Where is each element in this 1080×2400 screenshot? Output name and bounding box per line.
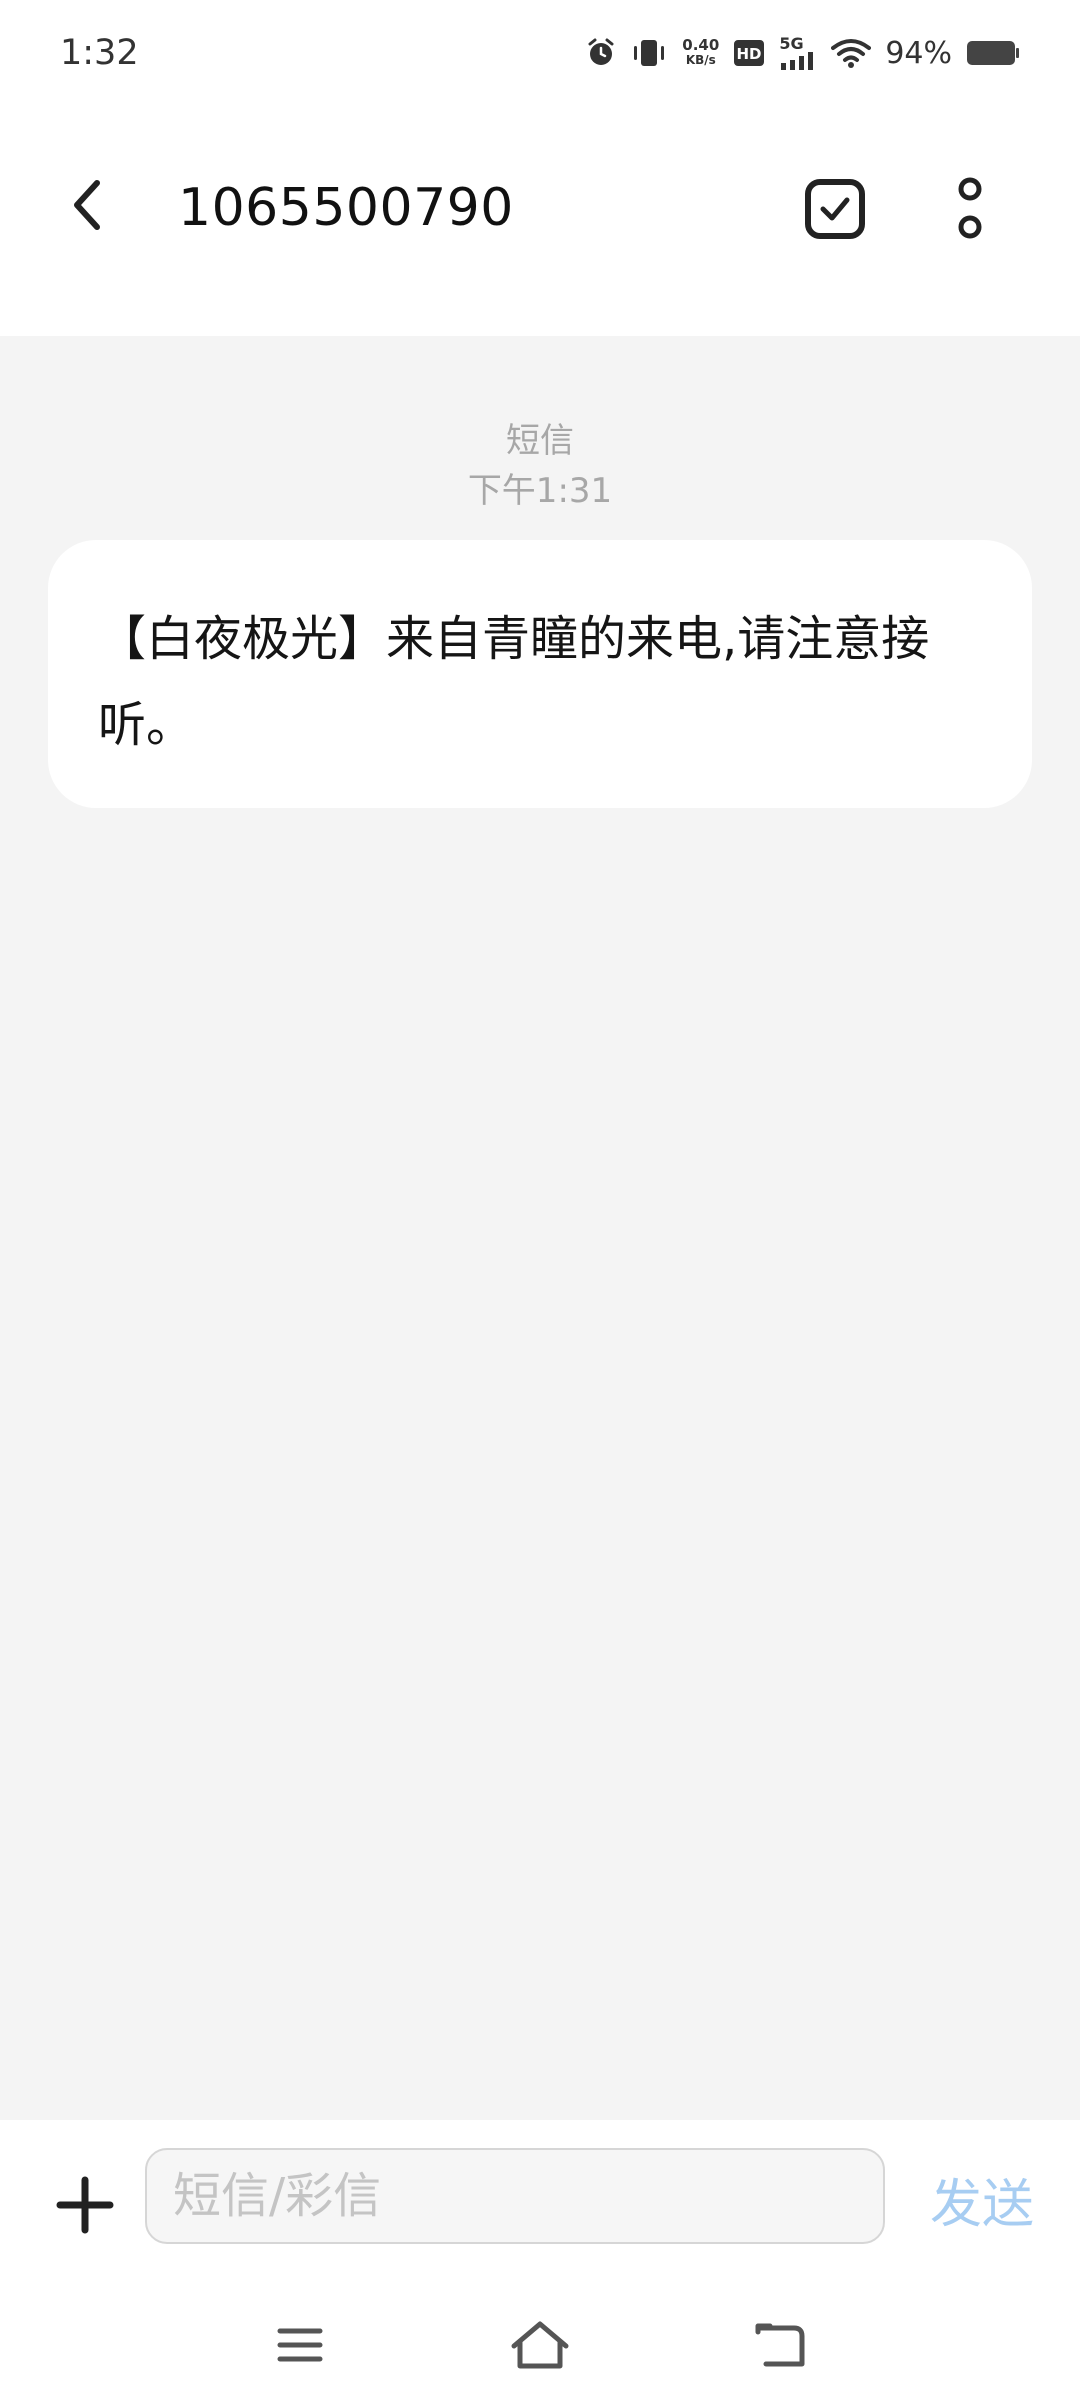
system-back-button[interactable] xyxy=(740,2310,820,2380)
checkbox-icon xyxy=(805,179,865,239)
status-bar: 1:32 0.40 KB/s HD 5G 94% xyxy=(0,0,1080,106)
more-options-button[interactable] xyxy=(940,174,1000,244)
message-timestamp: 下午1:31 xyxy=(467,471,613,511)
app-bar: 1065500790 xyxy=(0,106,1080,336)
vibrate-icon xyxy=(630,38,668,68)
more-vertical-icon xyxy=(958,177,982,239)
alarm-icon xyxy=(586,38,616,68)
message-bubble[interactable]: 【白夜极光】来自青瞳的来电,请注意接听。 xyxy=(48,540,1032,808)
message-text: 【白夜极光】来自青瞳的来电,请注意接听。 xyxy=(98,611,930,753)
back-button[interactable] xyxy=(52,170,122,240)
status-time: 1:32 xyxy=(60,33,139,73)
net-speed-unit: KB/s xyxy=(685,53,716,67)
message-list[interactable]: 短信 下午1:31 【白夜极光】来自青瞳的来电,请注意接听。 xyxy=(0,336,1080,2120)
battery-icon xyxy=(966,38,1020,68)
message-meta: 短信 下午1:31 xyxy=(0,416,1080,516)
select-button[interactable] xyxy=(800,174,870,244)
sms-conversation-screen: 1:32 0.40 KB/s HD 5G 94% 1065500790 短信 下… xyxy=(0,0,1080,2400)
composer: 发送 xyxy=(0,2120,1080,2290)
back-icon xyxy=(755,2323,805,2367)
navigation-bar xyxy=(0,2290,1080,2400)
wifi-icon xyxy=(831,38,872,68)
plus-icon xyxy=(56,2176,114,2234)
net-speed-value: 0.40 xyxy=(682,36,720,54)
home-button[interactable] xyxy=(500,2310,580,2380)
send-button[interactable]: 发送 xyxy=(930,2162,1034,2237)
battery-percent: 94% xyxy=(885,35,952,71)
hd-icon: HD xyxy=(733,38,765,68)
message-input[interactable] xyxy=(145,2148,885,2244)
svg-text:HD: HD xyxy=(737,45,762,63)
signal-5g: 5G xyxy=(779,36,817,70)
menu-icon xyxy=(277,2328,323,2362)
conversation-title: 1065500790 xyxy=(178,178,514,238)
home-icon xyxy=(511,2321,569,2369)
network-type: 5G xyxy=(779,34,804,53)
net-speed: 0.40 KB/s xyxy=(682,38,719,68)
recent-apps-button[interactable] xyxy=(260,2310,340,2380)
back-arrow-icon xyxy=(74,180,100,230)
add-attachment-button[interactable] xyxy=(50,2170,120,2240)
status-icons: 0.40 KB/s HD 5G 94% xyxy=(586,36,1020,71)
message-channel: 短信 xyxy=(506,421,574,461)
signal-icon xyxy=(779,52,817,70)
